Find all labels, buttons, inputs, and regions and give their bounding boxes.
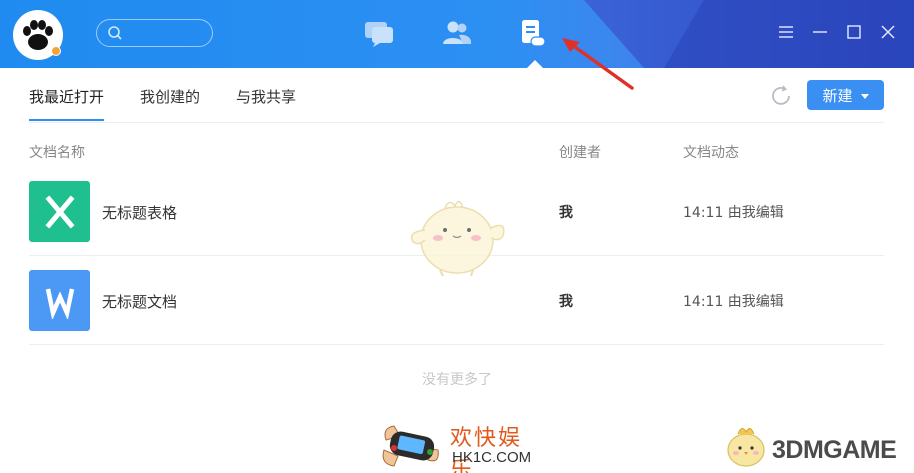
bird-icon <box>727 428 765 467</box>
file-name: 无标题文档 <box>102 293 178 311</box>
column-header-activity[interactable]: 文档动态 <box>683 142 739 162</box>
active-tab-indicator <box>527 60 543 68</box>
nav-chat[interactable] <box>362 18 396 48</box>
refresh-icon[interactable] <box>768 83 794 109</box>
spreadsheet-icon <box>29 181 90 242</box>
new-button-label: 新建 <box>822 86 853 105</box>
row-divider <box>29 344 884 345</box>
nav-contacts[interactable] <box>440 18 474 48</box>
no-more-text: 没有更多了 <box>422 372 492 388</box>
minimize-icon[interactable] <box>812 24 828 40</box>
tab-created[interactable]: 我创建的 <box>140 86 200 121</box>
nav-docs[interactable] <box>516 18 550 48</box>
column-header-creator[interactable]: 创建者 <box>559 142 601 162</box>
search-icon <box>108 26 122 40</box>
maximize-icon[interactable] <box>846 24 862 40</box>
file-activity: 14:11 由我编辑 <box>683 294 784 310</box>
docs-icon <box>522 20 546 47</box>
search-box[interactable] <box>96 19 213 47</box>
status-badge <box>51 46 61 56</box>
new-button[interactable]: 新建 <box>807 80 884 110</box>
tab-shared[interactable]: 与我共享 <box>236 86 296 121</box>
title-bar <box>0 0 914 68</box>
menu-icon[interactable] <box>778 24 794 40</box>
chevron-down-icon <box>860 93 869 99</box>
watermark-brand-text: 3DMGAME <box>772 436 897 464</box>
annotation-arrow <box>562 38 634 90</box>
document-icon <box>29 270 90 331</box>
column-header-name[interactable]: 文档名称 <box>29 142 85 162</box>
doc-tabs: 我最近打开 我创建的 与我共享 <box>29 86 296 121</box>
app-logo-icon[interactable] <box>13 10 63 60</box>
watermark-3dmgame: 3DMGAME <box>720 420 910 470</box>
contacts-icon <box>443 21 472 44</box>
file-name: 无标题表格 <box>102 204 178 222</box>
window-controls <box>778 24 896 40</box>
mascot-watermark <box>410 200 505 277</box>
watermark-url-text: HK1C.COM <box>452 449 532 466</box>
chat-icon <box>365 22 393 47</box>
tab-recent[interactable]: 我最近打开 <box>29 86 105 121</box>
file-creator: 我 <box>559 205 573 221</box>
divider <box>29 122 884 123</box>
file-creator: 我 <box>559 294 573 310</box>
close-icon[interactable] <box>880 24 896 40</box>
watermark-hk1c: 欢快娱乐 HK1C.COM <box>378 416 543 473</box>
gamepad-icon <box>382 425 439 467</box>
file-activity: 14:11 由我编辑 <box>683 205 784 221</box>
